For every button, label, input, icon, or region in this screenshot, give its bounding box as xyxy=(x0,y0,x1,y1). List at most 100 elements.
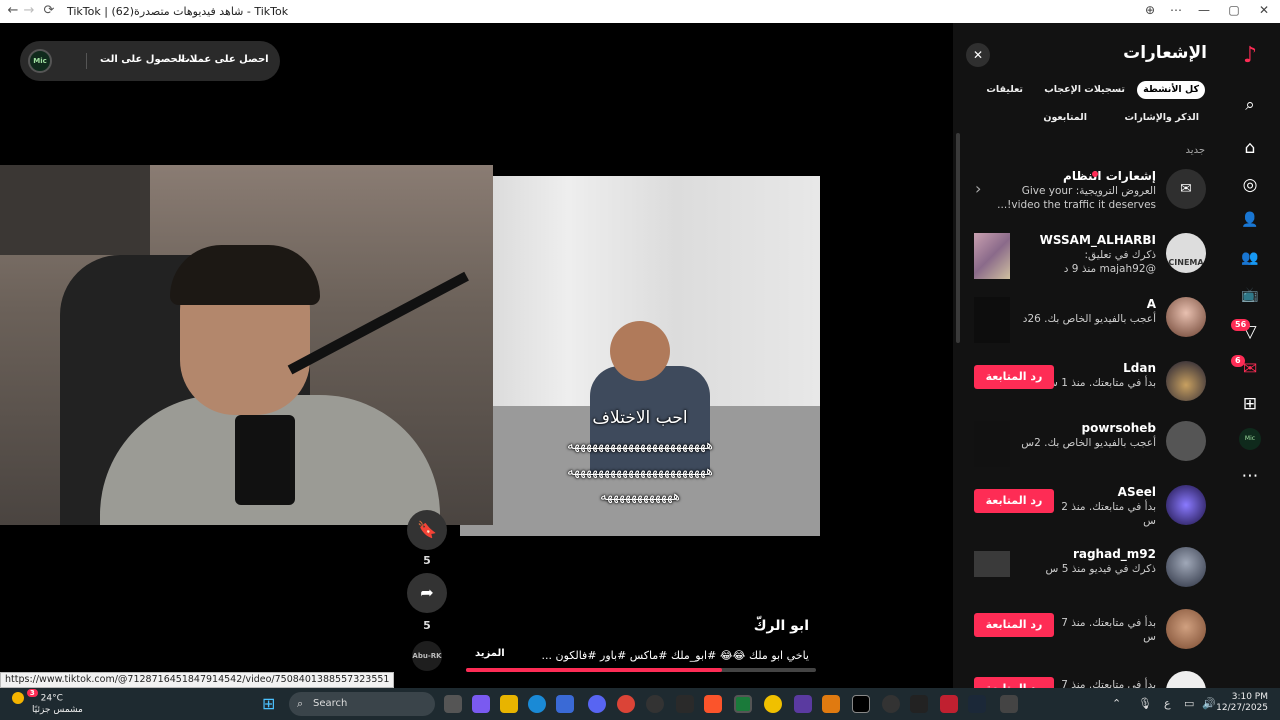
video-progress-bar[interactable] xyxy=(466,668,816,672)
notification-name[interactable]: ASeel xyxy=(1118,485,1156,499)
app-icon-2[interactable] xyxy=(910,695,928,713)
emoji-app-icon[interactable] xyxy=(764,695,782,713)
weather-desc: مشمس جزئيًا xyxy=(32,704,83,715)
notification-text-2: س xyxy=(1143,631,1156,643)
notification-item[interactable]: raghad_m92 ذكرك في فيديو منذ 5 س xyxy=(953,541,1219,601)
taskbar-search-label: Search xyxy=(313,698,348,709)
following-icon[interactable]: 👤 xyxy=(1237,207,1263,233)
follow-back-button[interactable]: رد المتابعة xyxy=(974,613,1054,637)
bookmark-icon[interactable]: 🔖 xyxy=(407,510,447,550)
follow-back-button[interactable]: رد المتابعة xyxy=(974,489,1054,513)
notification-text: العروض الترويجية: Give your xyxy=(1021,185,1156,197)
chrome-icon[interactable] xyxy=(617,695,635,713)
user-avatar[interactable]: CINEMA xyxy=(1166,233,1206,273)
tray-mic-icon[interactable]: 🎙 xyxy=(1138,697,1152,710)
edge-icon[interactable] xyxy=(528,695,546,713)
notification-item[interactable]: powrsoheb أعجب بالفيديو الخاص بك. 2س xyxy=(953,415,1219,475)
browser-menu-icon[interactable]: ⋯ xyxy=(1164,3,1188,17)
notification-item[interactable]: بدأ في متابعتك. منذ 7 رد المتابعة xyxy=(953,665,1219,688)
notification-name[interactable]: powrsoheb xyxy=(1082,421,1157,435)
profile-avatar[interactable]: Mic xyxy=(1239,428,1261,450)
home-icon[interactable]: ⌂ xyxy=(1237,135,1263,161)
tiktok-logo-icon[interactable]: ♪ xyxy=(1237,43,1263,69)
video-scene-person-head xyxy=(610,321,670,381)
reload-icon[interactable]: ⟳ xyxy=(40,3,58,18)
close-window-button[interactable]: ✕ xyxy=(1252,3,1276,17)
obs-icon[interactable] xyxy=(646,695,664,713)
more-button[interactable]: المزيد xyxy=(475,648,505,659)
discord-icon[interactable] xyxy=(588,695,606,713)
live-icon[interactable]: 📺 xyxy=(1237,282,1263,308)
filter-comments[interactable]: تعليقات xyxy=(980,81,1029,99)
explore-icon[interactable]: ◎ xyxy=(1237,172,1263,198)
video-player[interactable]: احب الاختلاف هههههههههههههههههههههههه هه… xyxy=(460,176,820,536)
user-avatar[interactable] xyxy=(1166,609,1206,649)
capcut-icon[interactable] xyxy=(676,695,694,713)
get-coins-button[interactable]: احصل على عملات xyxy=(180,54,269,65)
sync-icon[interactable] xyxy=(882,695,900,713)
zoom-icon[interactable]: ⊕ xyxy=(1138,3,1162,17)
promo-logo[interactable]: Mic xyxy=(28,49,52,73)
user-avatar[interactable] xyxy=(1166,547,1206,587)
notification-text: بدأ في متابعتك. منذ 2 xyxy=(1061,501,1156,513)
upload-icon[interactable]: ⊞ xyxy=(1237,391,1263,417)
notification-name[interactable]: WSSAM_ALHARBI xyxy=(1040,233,1156,247)
video-thumbnail[interactable] xyxy=(974,297,1010,343)
follow-back-button[interactable]: رد المتابعة xyxy=(974,365,1054,389)
language-indicator[interactable]: ع xyxy=(1164,697,1171,710)
notification-item[interactable]: بدأ في متابعتك. منذ 7 س رد المتابعة xyxy=(953,603,1219,663)
taskbar-search[interactable]: ⌕ Search xyxy=(289,692,435,716)
volume-icon[interactable]: 🔊 xyxy=(1202,697,1216,710)
app-icon-3[interactable] xyxy=(940,695,958,713)
filter-all-activity[interactable]: كل الأنشطة xyxy=(1137,81,1205,99)
author-avatar[interactable]: Abu-RK xyxy=(412,641,442,671)
tray-chevron-icon[interactable]: ⌃ xyxy=(1112,697,1121,710)
user-avatar[interactable] xyxy=(1166,421,1206,461)
tiktok-taskbar-icon[interactable] xyxy=(852,695,870,713)
video-author[interactable]: ابو الركّ xyxy=(754,618,809,634)
notification-text-2: س xyxy=(1143,515,1156,527)
video-thumbnail[interactable] xyxy=(974,421,1010,467)
filter-likes[interactable]: تسجيلات الإعجاب xyxy=(1038,81,1131,99)
notification-item[interactable]: A أعجب بالفيديو الخاص بك. 26د xyxy=(953,291,1219,351)
file-explorer-icon[interactable] xyxy=(500,695,518,713)
friends-icon[interactable]: 👥 xyxy=(1237,245,1263,271)
user-avatar[interactable] xyxy=(1166,361,1206,401)
search-icon[interactable]: ⌕ xyxy=(1237,92,1263,118)
video-thumbnail[interactable] xyxy=(974,233,1010,279)
notification-item[interactable]: ✉ إشعارات النظام العروض الترويجية: Give … xyxy=(953,163,1219,223)
notification-name[interactable]: A xyxy=(1147,297,1156,311)
filter-mentions[interactable]: الذكر والإشارات xyxy=(1119,109,1205,127)
forward-icon[interactable]: → xyxy=(20,3,38,18)
filter-followers[interactable]: المتابعون xyxy=(1037,109,1093,127)
follow-back-button[interactable]: رد المتابعة xyxy=(974,677,1054,688)
video-thumbnail[interactable] xyxy=(974,551,1010,577)
minimize-button[interactable]: — xyxy=(1192,3,1216,17)
share-icon[interactable]: ➦ xyxy=(407,573,447,613)
notification-name[interactable]: raghad_m92 xyxy=(1073,547,1156,561)
notification-name[interactable]: Ldan xyxy=(1123,361,1156,375)
copilot-icon[interactable] xyxy=(472,695,490,713)
weather-widget[interactable]: 3 24°C مشمس جزئيًا xyxy=(12,688,83,715)
user-avatar[interactable] xyxy=(1166,297,1206,337)
app-icon-4[interactable] xyxy=(1000,695,1018,713)
network-icon[interactable]: ▭ xyxy=(1184,697,1194,710)
notification-item[interactable]: Ldan بدأ في متابعتك. منذ 1 س رد المتابعة xyxy=(953,355,1219,415)
brave-icon[interactable] xyxy=(704,695,722,713)
notification-item[interactable]: ASeel بدأ في متابعتك. منذ 2 س رد المتابع… xyxy=(953,479,1219,539)
more-icon[interactable]: ⋯ xyxy=(1237,463,1263,489)
close-icon[interactable]: ✕ xyxy=(966,43,990,67)
chevron-right-icon[interactable]: › xyxy=(975,179,981,198)
task-view-icon[interactable] xyxy=(444,695,462,713)
app-icon[interactable] xyxy=(794,695,812,713)
excel-icon[interactable] xyxy=(734,695,752,713)
store-icon[interactable] xyxy=(556,695,574,713)
user-avatar[interactable] xyxy=(1166,671,1206,688)
system-clock[interactable]: 3:10 PM 12/27/2025 xyxy=(1216,692,1268,714)
restore-button[interactable]: ▢ xyxy=(1222,3,1246,17)
start-icon[interactable]: ⊞ xyxy=(262,694,275,713)
notification-item[interactable]: CINEMA WSSAM_ALHARBI ذكرك في تعليق: @maj… xyxy=(953,227,1219,287)
user-avatar[interactable] xyxy=(1166,485,1206,525)
steam-icon[interactable] xyxy=(968,695,986,713)
vlc-icon[interactable] xyxy=(822,695,840,713)
